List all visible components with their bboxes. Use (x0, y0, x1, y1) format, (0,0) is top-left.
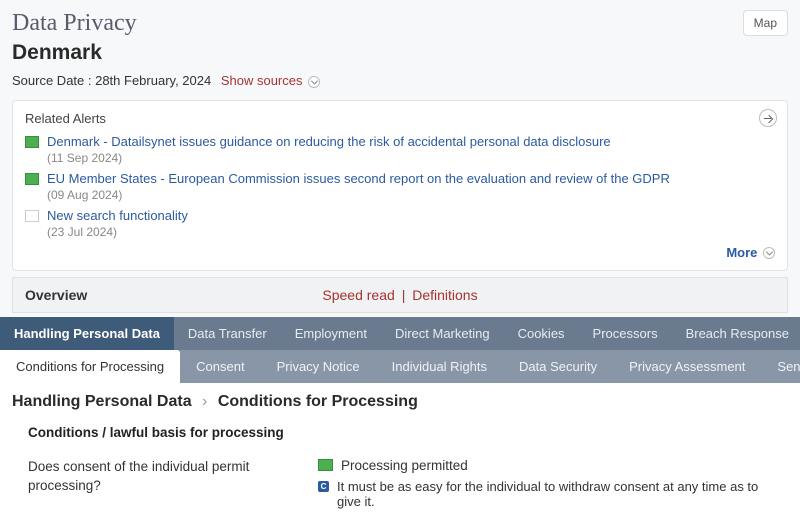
speed-read-link[interactable]: Speed read (322, 287, 394, 303)
tab-secondary[interactable]: Privacy Notice (261, 350, 376, 383)
alert-date: (11 Sep 2024) (47, 151, 775, 165)
alert-date: (23 Jul 2024) (47, 225, 775, 239)
status-green-icon (25, 136, 39, 148)
alert-item[interactable]: New search functionality (23 Jul 2024) (25, 208, 775, 239)
alert-link[interactable]: Denmark - Datailsynet issues guidance on… (47, 134, 775, 151)
definitions-link[interactable]: Definitions (412, 287, 477, 303)
alert-item[interactable]: Denmark - Datailsynet issues guidance on… (25, 134, 775, 165)
alert-date: (09 Aug 2024) (47, 188, 775, 202)
alert-item[interactable]: EU Member States - European Commission i… (25, 171, 775, 202)
tab-secondary[interactable]: Individual Rights (376, 350, 503, 383)
status-grey-icon (25, 210, 39, 222)
tab-secondary[interactable]: Consent (180, 350, 260, 383)
breadcrumb-b: Conditions for Processing (218, 393, 418, 410)
section-heading: Conditions / lawful basis for processing (28, 425, 772, 440)
overview-bar: Overview Speed read | Definitions (12, 277, 788, 313)
status-permitted-icon (318, 459, 333, 471)
overview-label: Overview (25, 287, 87, 303)
info-icon: C (318, 481, 329, 492)
country-heading: Denmark (12, 41, 788, 65)
tab-primary[interactable]: Employment (281, 317, 381, 350)
chevron-down-icon (763, 247, 775, 259)
breadcrumb-a: Handling Personal Data (12, 393, 192, 410)
status-green-icon (25, 173, 39, 185)
tab-secondary[interactable]: Data Security (503, 350, 613, 383)
map-button[interactable]: Map (743, 10, 788, 36)
tab-primary[interactable]: Cookies (504, 317, 579, 350)
tab-primary[interactable]: Processors (579, 317, 672, 350)
tab-primary[interactable]: Handling Personal Data (0, 317, 174, 350)
tab-primary[interactable]: Breach Response (672, 317, 800, 350)
source-date: Source Date : 28th February, 2024 (12, 73, 211, 88)
question-text: Does consent of the individual permit pr… (28, 458, 278, 509)
chevron-right-icon: › (202, 393, 207, 410)
tab-primary[interactable]: Direct Marketing (381, 317, 504, 350)
tab-primary[interactable]: Data Transfer (174, 317, 281, 350)
page-title: Data Privacy (12, 10, 788, 37)
separator: | (402, 287, 406, 303)
more-link[interactable]: More (726, 245, 775, 260)
primary-tabs: Handling Personal DataData TransferEmplo… (0, 317, 800, 350)
alert-link[interactable]: New search functionality (47, 208, 775, 225)
show-sources-link[interactable]: Show sources (221, 73, 320, 88)
secondary-tabs: Conditions for ProcessingConsentPrivacy … (0, 350, 800, 383)
related-alerts-card: Related Alerts Denmark - Datailsynet iss… (12, 100, 788, 271)
note-text: It must be as easy for the individual to… (337, 479, 772, 509)
related-alerts-title: Related Alerts (25, 111, 775, 126)
breadcrumb: Handling Personal Data › Conditions for … (0, 383, 800, 419)
alert-link[interactable]: EU Member States - European Commission i… (47, 171, 775, 188)
status-label: Processing permitted (341, 458, 468, 473)
chevron-down-icon (308, 76, 320, 88)
arrow-right-icon[interactable] (759, 109, 777, 127)
tab-secondary[interactable]: Sensitive Data (761, 350, 800, 383)
tab-secondary[interactable]: Conditions for Processing (0, 350, 180, 383)
tab-secondary[interactable]: Privacy Assessment (613, 350, 761, 383)
